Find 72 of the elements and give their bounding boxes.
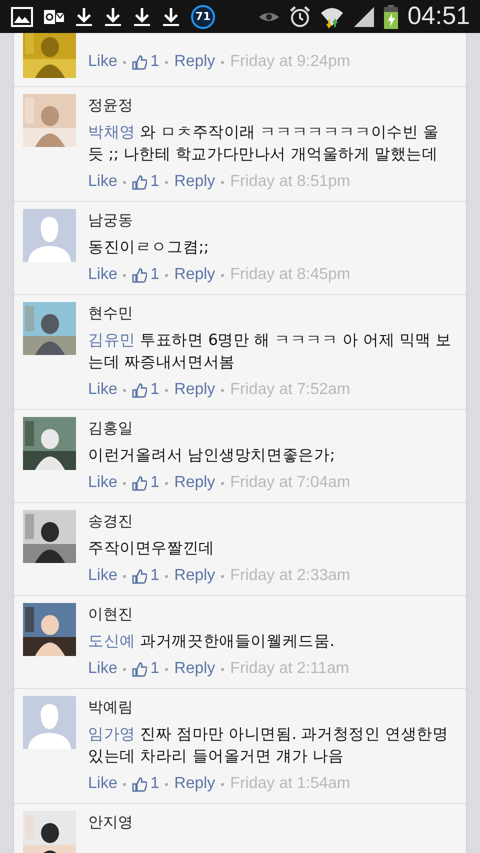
- comment-text: 임가영 진짜 점마만 아니면됨. 과거청정인 연생한명있는데 차라리 들어올거면 걔가 나음: [88, 724, 450, 767]
- mention-link[interactable]: 김유민: [88, 331, 136, 349]
- commenter-name[interactable]: 김홍일: [88, 417, 133, 439]
- reply-link[interactable]: Reply: [174, 266, 216, 284]
- commenter-name[interactable]: 정윤정: [88, 94, 133, 116]
- commenter-name[interactable]: 박예림: [88, 696, 133, 718]
- commenter-name[interactable]: 현수민: [88, 302, 133, 324]
- like-link[interactable]: Like: [88, 173, 118, 191]
- commenter-name[interactable]: 남궁동: [88, 209, 133, 231]
- default-avatar-icon: [23, 696, 76, 749]
- like-link[interactable]: Like: [88, 567, 118, 585]
- default-avatar-icon: [23, 209, 76, 262]
- reply-link[interactable]: Reply: [174, 381, 216, 399]
- reply-link[interactable]: Reply: [174, 53, 216, 71]
- gallery-icon: [11, 6, 33, 26]
- comment-text: 동진이ㄹㅇ그켬;;: [88, 237, 210, 258]
- comment-text: 박채영 와 ㅁㅊ주작이래 ㅋㅋㅋㅋㅋㅋㅋ이수빈 울듯 ;; 나한테 학교가다만나서 개억울하게 말했는데: [88, 122, 440, 165]
- clock-time: 04:51: [407, 2, 470, 31]
- like-count: 1: [150, 474, 160, 492]
- comment-time: Friday at 8:45pm: [230, 266, 350, 284]
- thumbs-up-icon: [132, 776, 148, 792]
- like-link[interactable]: Like: [88, 53, 118, 71]
- thumbs-up-icon: [132, 382, 148, 398]
- comment-text: 김유민 투표하면 6명만 해 ㅋㅋㅋㅋ 아 어제 믹맥 보는데 짜증내서면서봄: [88, 330, 452, 373]
- download-icon: [133, 6, 151, 26]
- reply-link[interactable]: Reply: [174, 474, 216, 492]
- reply-link[interactable]: Reply: [174, 567, 216, 585]
- signal-icon: [353, 6, 376, 28]
- reply-link[interactable]: Reply: [174, 173, 216, 191]
- download-icon: [75, 6, 93, 26]
- comment-time: Friday at 7:52am: [230, 381, 350, 399]
- thumbs-up-icon: [132, 476, 148, 490]
- like-link[interactable]: Like: [88, 474, 118, 492]
- like-count: 1: [150, 381, 160, 399]
- thumbs-up-icon: [132, 174, 148, 190]
- like-link[interactable]: Like: [88, 775, 118, 793]
- thumbs-up-icon: [132, 568, 148, 584]
- thumbs-up-icon: [132, 54, 148, 70]
- comment-time: Friday at 9:24pm: [230, 53, 350, 71]
- comment-time: Friday at 8:51pm: [230, 173, 350, 191]
- like-count: 1: [150, 567, 160, 585]
- alarm-icon: [289, 6, 312, 28]
- comment-time: Friday at 1:54am: [230, 775, 350, 793]
- like-count: 1: [150, 660, 160, 678]
- like-count: 1: [150, 53, 160, 71]
- download-icon: [104, 6, 122, 26]
- mention-link[interactable]: 임가영: [88, 725, 136, 743]
- like-link[interactable]: Like: [88, 660, 118, 678]
- like-count: 1: [150, 173, 160, 191]
- download-icon: [162, 6, 180, 26]
- notification-badge: 71: [191, 4, 215, 28]
- like-link[interactable]: Like: [88, 266, 118, 284]
- mail-app-icon: [44, 8, 64, 26]
- thumbs-up-icon: [132, 268, 148, 282]
- mention-link[interactable]: 도신예: [88, 632, 136, 650]
- reply-link[interactable]: Reply: [174, 660, 216, 678]
- commenter-name[interactable]: 송경진: [88, 510, 133, 532]
- like-link[interactable]: Like: [88, 381, 118, 399]
- comment-text: 이런거올려서 남인생망치면좋은가;: [88, 445, 336, 466]
- commenter-name[interactable]: 이현진: [88, 603, 133, 625]
- reply-link[interactable]: Reply: [174, 775, 216, 793]
- like-count: 1: [150, 775, 160, 793]
- comment-time: Friday at 2:33am: [230, 567, 350, 585]
- comment-text: 도신예 과거깨끗한애들이웰케드뭄.: [88, 631, 336, 652]
- comment-time: Friday at 7:04am: [230, 474, 350, 492]
- comment-text: 주작이면우짤낀데: [88, 538, 216, 559]
- commenter-name[interactable]: 안지영: [88, 811, 133, 833]
- battery-icon: [384, 4, 398, 28]
- like-count: 1: [150, 266, 160, 284]
- mention-link[interactable]: 박채영: [88, 123, 136, 141]
- thumbs-up-icon: [132, 662, 148, 676]
- comment-time: Friday at 2:11am: [230, 660, 350, 678]
